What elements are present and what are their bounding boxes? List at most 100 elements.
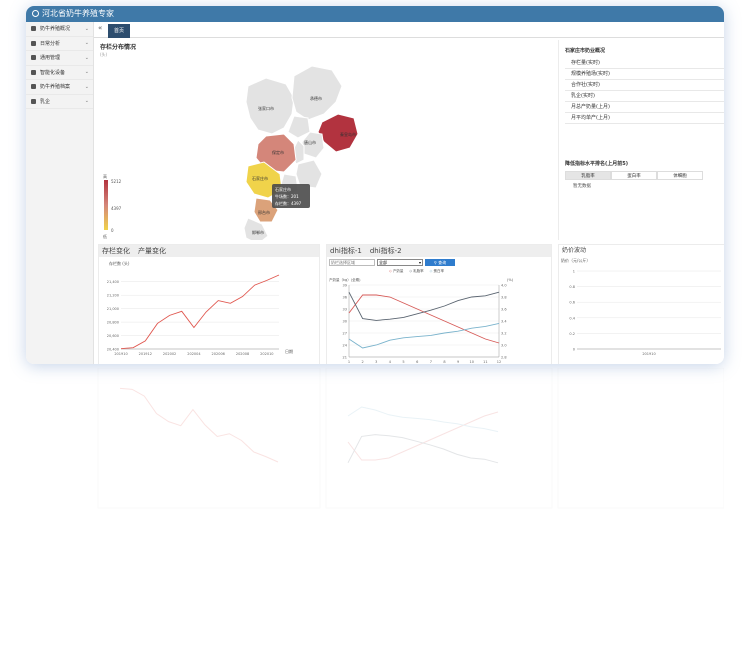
x-tick-label: 12 <box>497 360 501 364</box>
city-label-xingtai: 邢台市 <box>258 209 270 215</box>
city-label-handan: 邯郸市 <box>252 229 264 235</box>
y-tick-label: 27 <box>343 332 347 336</box>
collapse-sidebar-icon[interactable]: « <box>98 24 102 32</box>
tab-dhi-2[interactable]: dhi指标-2 <box>370 247 402 255</box>
y-tick-label: 21,200 <box>107 294 119 298</box>
rank-tab-protein[interactable]: 蛋白率 <box>611 171 657 180</box>
legend-item-fat[interactable]: ◇ 乳脂率 <box>409 269 423 274</box>
price-line-chart: 0 0.2 0.4 0.6 0.8 1 201910 <box>569 270 721 356</box>
x-tick-label: 202008 <box>236 352 249 356</box>
map-region-tangshan[interactable] <box>301 131 325 159</box>
x-tick-label: 201912 <box>139 352 152 356</box>
x-tick-label: 202004 <box>187 352 201 356</box>
map-region-cangzhou[interactable] <box>295 159 323 189</box>
archive-icon <box>31 84 36 90</box>
reflection-line <box>347 406 499 433</box>
map-legend-bar <box>104 180 108 230</box>
sidebar-item-general-management[interactable]: 通用管理 ⌄ <box>26 51 93 66</box>
y-tick-label: 21,400 <box>107 280 119 284</box>
legend-item-protein[interactable]: ◇ 蛋白率 <box>430 269 444 274</box>
y-tick-label: 1 <box>573 270 575 274</box>
legend-item-yield[interactable]: ◇ 产奶量 <box>389 269 403 274</box>
device-icon <box>31 69 36 75</box>
stock-chart-tabs: 存栏变化 产量变化 <box>99 245 319 257</box>
area-select[interactable]: 全部 ▾ <box>377 259 423 266</box>
app-title: 河北省奶牛养殖专家 <box>42 9 114 18</box>
rank-tab-scc[interactable]: 体细胞 <box>657 171 703 180</box>
tooltip-stock: 存栏数：4397 <box>275 200 302 206</box>
y-tick-label: 0.6 <box>569 301 575 305</box>
dhi-legend: ◇ 产奶量 ◇ 乳脂率 ◇ 蛋白率 <box>389 269 444 274</box>
rank-tab-fat[interactable]: 乳脂率 <box>565 171 611 180</box>
dhi-chart-tabs: dhi指标-1 dhi指标-2 <box>327 245 551 257</box>
tab-dhi-1[interactable]: dhi指标-1 <box>330 247 362 255</box>
city-label-shijiazhuang: 石家庄市 <box>252 175 268 181</box>
app-window: 河北省奶牛养殖专家 奶牛养殖概况 ⌄ 日常分析 ⌄ 通用管理 ⌄ 智能化设备 ⌄ 奶牛养… <box>26 6 724 364</box>
reflection-line <box>119 387 279 463</box>
tab-stock-change[interactable]: 存栏变化 <box>102 247 130 255</box>
reflection-line <box>347 434 499 464</box>
x-tick-label: 202010 <box>260 352 273 356</box>
management-icon <box>31 55 36 61</box>
price-chart-title: 奶价波动 <box>559 245 724 257</box>
y2-tick-label: 3.8 <box>501 296 507 300</box>
info-list: 存栏量(实时) 规模养殖场(实时) 合作社(实时) 乳企(实时) 月总产奶量(上… <box>565 58 724 124</box>
info-row-farms: 规模养殖场(实时) <box>565 69 724 80</box>
info-row-avg-yield: 月平均单产(上月) <box>565 113 724 124</box>
city-label-baoding: 保定市 <box>272 149 284 155</box>
city-label-qinhuangdao: 秦皇岛市 <box>340 131 356 137</box>
stock-line-chart: 20,400 20,600 20,800 21,000 21,200 21,400 2019… <box>107 274 280 356</box>
x-tick-label: 4 <box>389 360 392 364</box>
city-label-tangshan: 唐山市 <box>304 139 316 145</box>
series-line-2 <box>348 291 500 321</box>
dhi-chart-panel: dhi指标-1 dhi指标-2 全部▾ ⚲ 查询 ◇ 产奶量 ◇ 乳脂率 ◇ 蛋白… <box>326 244 552 364</box>
city-label-zhangjiakou: 张家口市 <box>258 105 274 111</box>
map-legend-mid: 4397 <box>111 206 122 211</box>
info-row-dairies: 乳企(实时) <box>565 91 724 102</box>
chevron-down-icon: ⌄ <box>84 40 89 47</box>
tab-home[interactable]: 首页 <box>108 24 131 38</box>
map-tooltip: 石家庄市 牛场数：201 存栏数：4397 <box>272 184 310 208</box>
main-content: 存栏分布情况 (头) 张家口市 承德市 秦皇岛市 唐山市 保定市 石家庄市 邢台… <box>98 40 724 364</box>
chevron-down-icon: ⌄ <box>84 83 89 90</box>
app-logo-icon <box>32 10 39 17</box>
chevron-down-icon: ⌄ <box>84 98 89 105</box>
rank-title: 降低指标水平排名(上月前5) <box>565 161 629 167</box>
info-panel: 石家庄市奶业概况 存栏量(实时) 规模养殖场(实时) 合作社(实时) 乳企(实时… <box>558 40 724 240</box>
tab-output-change[interactable]: 产量变化 <box>138 247 166 255</box>
y-tick-label: 20,400 <box>107 348 119 352</box>
chevron-down-icon: ⌄ <box>84 25 89 32</box>
rank-tabs: 乳脂率 蛋白率 体细胞 <box>565 171 724 180</box>
price-chart-panel: 奶价波动 奶价（元/公斤） 0 0.2 0.4 0.6 0.8 1 201910 <box>558 244 724 364</box>
y-tick-label: 21 <box>343 356 347 360</box>
sidebar-item-daily-analysis[interactable]: 日常分析 ⌄ <box>26 37 93 51</box>
sidebar-item-dairy-companies[interactable]: 乳企 ⌄ <box>26 95 93 109</box>
sidebar-item-archives[interactable]: 奶牛养殖档案 ⌄ <box>26 80 93 95</box>
y-tick-label: 21,000 <box>107 307 119 311</box>
x-tick-label: 10 <box>469 360 473 364</box>
tab-bar: « 首页 <box>94 22 724 38</box>
sidebar-item-overview[interactable]: 奶牛养殖概况 ⌄ <box>26 22 93 37</box>
y-tick-label: 0.2 <box>569 332 575 336</box>
map-panel: 存栏分布情况 (头) 张家口市 承德市 秦皇岛市 唐山市 保定市 石家庄市 邢台… <box>98 40 556 240</box>
area-search-input[interactable] <box>329 259 375 266</box>
y2-tick-label: 3.0 <box>501 344 507 348</box>
analysis-icon <box>31 40 36 46</box>
chevron-down-icon: ⌄ <box>84 54 89 61</box>
map-region-chengde[interactable] <box>291 65 343 121</box>
reflection-panel <box>557 368 724 509</box>
y-tick-label: 20,600 <box>107 334 119 338</box>
map-legend-low: 低 <box>103 233 107 239</box>
query-button[interactable]: ⚲ 查询 <box>425 259 455 266</box>
series-line-3 <box>348 322 500 349</box>
hebei-map: 张家口市 承德市 秦皇岛市 唐山市 保定市 石家庄市 邢台市 邯郸市 高 521… <box>103 65 359 240</box>
chevron-down-icon: ⌄ <box>84 69 89 76</box>
map-region-beijing[interactable] <box>287 115 311 139</box>
y-tick-label: 0 <box>573 348 575 352</box>
y-tick-label: 33 <box>343 308 347 312</box>
y-tick-label: 36 <box>343 296 347 300</box>
sidebar-item-smart-devices[interactable]: 智能化设备 ⌄ <box>26 66 93 80</box>
x-tick-label: 201910 <box>642 352 655 356</box>
x-tick-label: 8 <box>443 360 445 364</box>
x-tick-label: 9 <box>457 360 459 364</box>
